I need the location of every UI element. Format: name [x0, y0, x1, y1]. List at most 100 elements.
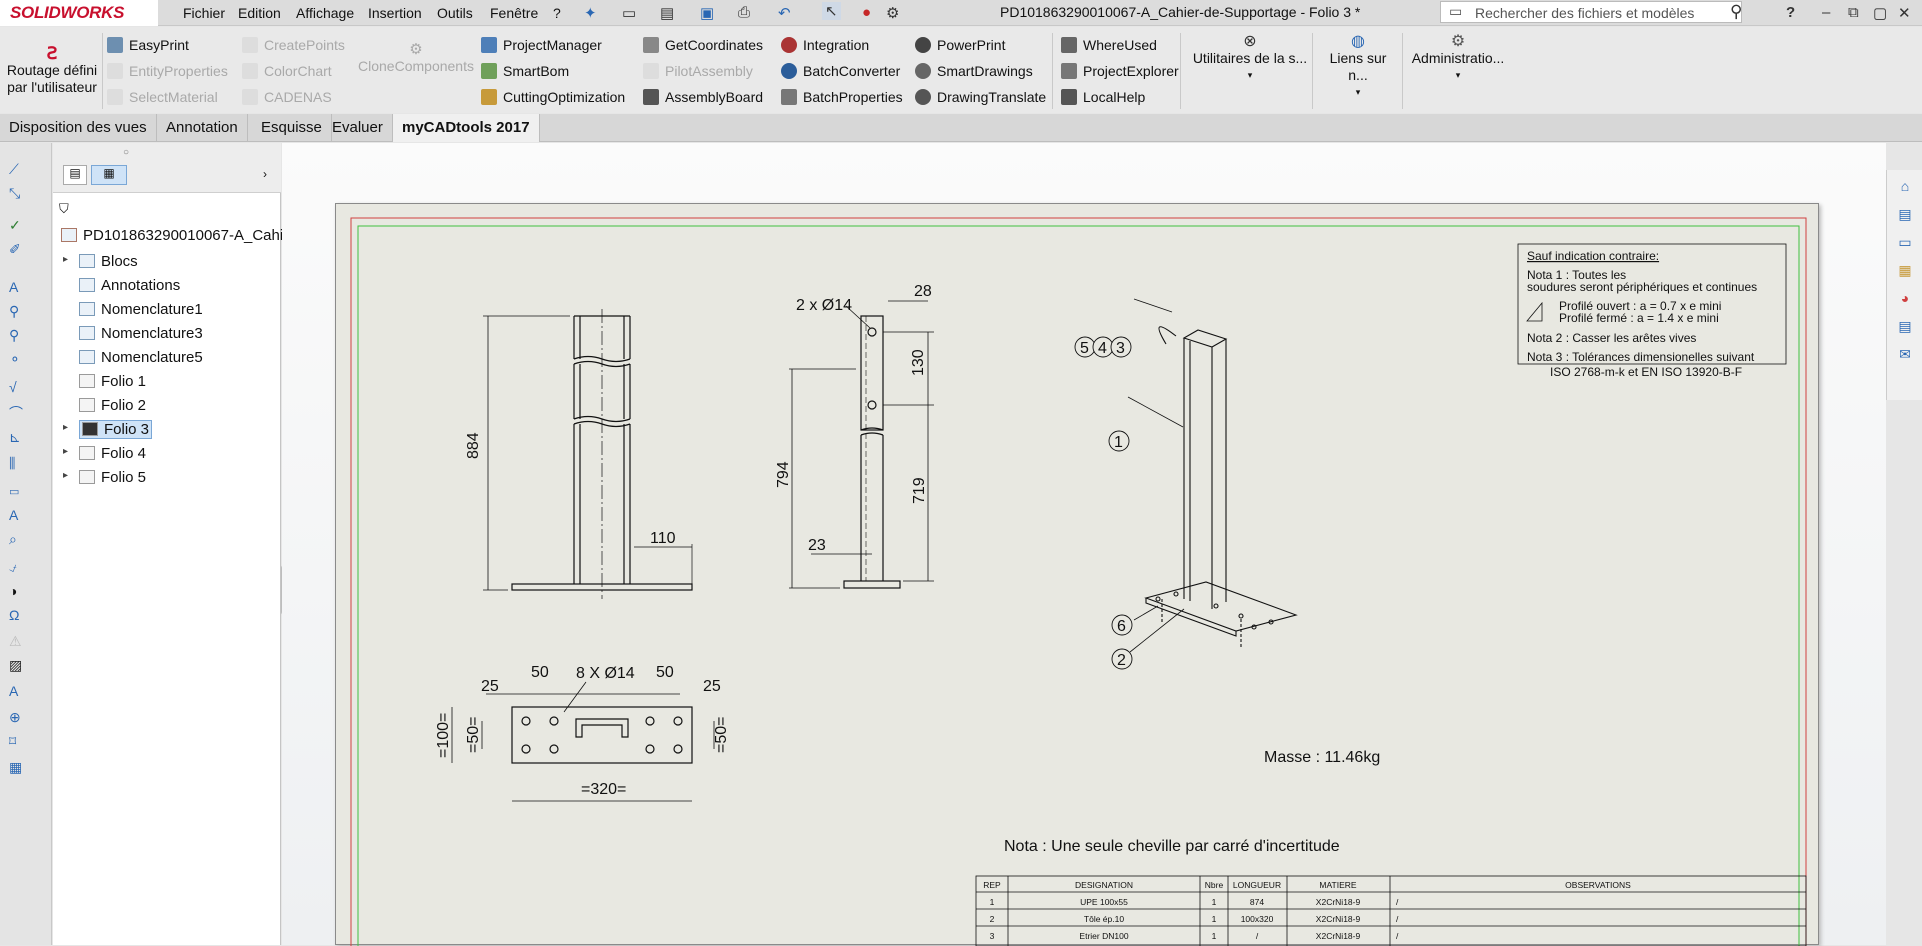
file-explorer-icon[interactable]: ▭	[1895, 234, 1915, 252]
drawingtranslate-button[interactable]: DrawingTranslate	[915, 89, 1046, 109]
tree-item-nomenclature5[interactable]: Nomenclature5	[79, 349, 203, 369]
note-icon[interactable]: A	[9, 279, 27, 295]
surface-finish-icon[interactable]: √	[9, 379, 27, 395]
smartbom-button[interactable]: SmartBom	[481, 63, 569, 83]
filter-icon[interactable]: ⛉	[59, 201, 69, 217]
whereused-button[interactable]: WhereUsed	[1061, 37, 1157, 57]
open-icon[interactable]: ▤	[660, 4, 674, 22]
magnetic-line-icon[interactable]: ⚬	[9, 351, 27, 367]
pane-grip-icon[interactable]: ○	[123, 147, 129, 158]
design-library-icon[interactable]: ▤	[1895, 206, 1915, 224]
cuttingoptimization-button[interactable]: CuttingOptimization	[481, 89, 625, 109]
chevron-right-icon[interactable]: ›	[263, 167, 267, 181]
integration-button[interactable]: Integration	[781, 37, 869, 57]
assemblyboard-button[interactable]: AssemblyBoard	[643, 89, 763, 109]
selectmaterial-button[interactable]: SelectMaterial	[107, 89, 218, 109]
tree-item-nomenclature1[interactable]: Nomenclature1	[79, 301, 203, 321]
close-icon[interactable]: ✕	[1898, 4, 1911, 22]
tree-item-folio-4[interactable]: ▸ Folio 4	[63, 445, 146, 465]
area-hatch-icon[interactable]: ⌕	[9, 531, 27, 547]
center-mark-icon[interactable]: ◑	[9, 583, 27, 599]
solidworks-logo[interactable]: SOLIDWORKS	[0, 0, 158, 26]
minimize-icon[interactable]: –	[1822, 4, 1830, 21]
menu-outils[interactable]: Outils	[437, 5, 473, 21]
print-icon[interactable]: ⎙	[738, 4, 750, 21]
utilitaires-button[interactable]: ⊗ Utilitaires de la s... ▾	[1190, 33, 1310, 84]
tree-item-folio-2[interactable]: Folio 2	[79, 397, 146, 417]
help-menu[interactable]: ?	[1786, 4, 1795, 21]
undo-icon[interactable]: ↶	[778, 4, 791, 22]
tree-item-folio-3[interactable]: ▸ Folio 3	[63, 420, 153, 441]
property-manager-tab-icon[interactable]: ▦	[91, 165, 127, 185]
administration-button[interactable]: ⚙ Administratio... ▾	[1408, 33, 1508, 84]
tree-item-annotations[interactable]: Annotations	[79, 277, 180, 297]
menu-fenetre[interactable]: Fenêtre	[490, 5, 538, 21]
entityproperties-button[interactable]: EntityProperties	[107, 63, 228, 83]
model-items-icon[interactable]: ⤡	[9, 185, 27, 201]
weld-symbol-icon[interactable]: ⌒	[9, 403, 27, 421]
forum-icon[interactable]: ✉	[1895, 346, 1915, 364]
save-icon[interactable]: ▣	[700, 4, 714, 22]
origin-icon[interactable]: ⊕	[9, 709, 27, 725]
batchconverter-button[interactable]: BatchConverter	[781, 63, 900, 83]
centerline-icon[interactable]: Ω	[9, 607, 27, 623]
revision-symbol-icon[interactable]: ⍻	[9, 559, 27, 575]
datum-feature-icon[interactable]: ▭	[9, 485, 27, 501]
batchproperties-button[interactable]: BatchProperties	[781, 89, 903, 109]
blocks-icon[interactable]: A	[9, 683, 27, 699]
datum-target-icon[interactable]: A	[9, 507, 27, 523]
search-input[interactable]: ▭ Rechercher des fichiers et modèles	[1440, 1, 1742, 23]
menu-affichage[interactable]: Affichage	[296, 5, 354, 21]
select-icon[interactable]: ↖	[822, 2, 841, 20]
pin-icon[interactable]: ✦	[584, 4, 597, 22]
hatch-fill-icon[interactable]: ▨	[9, 657, 27, 673]
tables-icon[interactable]: ▦	[9, 759, 27, 775]
appearances-icon[interactable]: ◕	[1895, 290, 1915, 308]
view-palette-icon[interactable]: ▦	[1895, 262, 1915, 280]
getcoordinates-button[interactable]: GetCoordinates	[643, 37, 763, 57]
smart-dimension-icon[interactable]: ⟋	[9, 161, 27, 177]
tree-item-nomenclature3[interactable]: Nomenclature3	[79, 325, 203, 345]
menu-insertion[interactable]: Insertion	[368, 5, 422, 21]
tab-evaluer[interactable]: Evaluer	[323, 114, 393, 142]
tab-annotation[interactable]: Annotation	[157, 114, 248, 142]
cadenas-button[interactable]: CADENAS	[242, 89, 332, 109]
restore-icon[interactable]: ⧉	[1848, 4, 1859, 21]
menu-help[interactable]: ?	[553, 5, 561, 21]
rebuild-icon[interactable]: ●	[862, 4, 871, 21]
custom-properties-icon[interactable]: ▤	[1895, 318, 1915, 336]
new-document-icon[interactable]: ▭	[622, 4, 636, 22]
balloon-icon[interactable]: ⚲	[9, 303, 27, 319]
geometric-tolerance-icon[interactable]: ⫼	[9, 455, 27, 471]
tree-item-folio-5[interactable]: ▸ Folio 5	[63, 469, 146, 489]
tree-item-blocs[interactable]: ▸ Blocs	[63, 253, 138, 273]
options-gear-icon[interactable]: ⚙	[886, 4, 899, 22]
maximize-icon[interactable]: ▢	[1873, 4, 1887, 22]
tree-root-drawing[interactable]: PD101863290010067-A_Cahier	[61, 227, 297, 247]
projectmanager-button[interactable]: ProjectManager	[481, 37, 602, 57]
tree-item-folio-1[interactable]: Folio 1	[79, 373, 146, 393]
tab-esquisse[interactable]: Esquisse	[252, 114, 332, 142]
liens-button[interactable]: ◍ Liens sur n... ▾	[1318, 33, 1398, 101]
drawing-sheet[interactable]: 884 110 2 x Ø14 28 130 794 719 23 25 50 …	[335, 203, 1819, 946]
format-painter-icon[interactable]: ✐	[9, 241, 27, 257]
tab-disposition-des-vues[interactable]: Disposition des vues	[0, 114, 157, 142]
hole-callout-icon[interactable]: ⊾	[9, 429, 27, 445]
table-anchor-icon[interactable]: ⌑	[9, 733, 27, 749]
clonecomponents-button[interactable]: ⚙ CloneComponents	[356, 41, 476, 75]
createpoints-button[interactable]: CreatePoints	[242, 37, 345, 57]
powerprint-button[interactable]: PowerPrint	[915, 37, 1005, 57]
auto-balloon-icon[interactable]: ⚲	[9, 327, 27, 343]
menu-edition[interactable]: Edition	[238, 5, 281, 21]
easyprint-button[interactable]: EasyPrint	[107, 37, 189, 57]
localhelp-button[interactable]: LocalHelp	[1061, 89, 1145, 109]
warning-icon[interactable]: ⚠	[9, 633, 27, 649]
search-icon[interactable]: ⚲	[1730, 2, 1742, 22]
smartdrawings-button[interactable]: SmartDrawings	[915, 63, 1033, 83]
tab-mycadtools[interactable]: myCADtools 2017	[393, 114, 540, 142]
projectexplorer-button[interactable]: ProjectExplorer	[1061, 63, 1179, 83]
pilotassembly-button[interactable]: PilotAssembly	[643, 63, 753, 83]
spell-check-icon[interactable]: ✓	[9, 217, 27, 233]
featuremanager-tab-icon[interactable]: ▤	[63, 165, 87, 185]
colorchart-button[interactable]: ColorChart	[242, 63, 332, 83]
